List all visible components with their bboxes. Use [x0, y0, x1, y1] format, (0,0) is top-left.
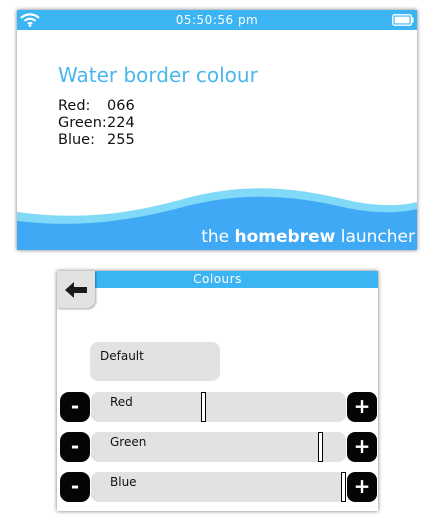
- brand-prefix: the: [201, 227, 230, 247]
- green-slider-thumb[interactable]: [318, 432, 324, 462]
- header-bar: Colours: [57, 271, 378, 288]
- red-slider-thumb[interactable]: [200, 392, 206, 422]
- red-value: 066: [107, 98, 135, 114]
- blue-value: 255: [107, 132, 135, 148]
- green-value: 224: [107, 115, 135, 131]
- colour-values: Red: 066 Green: 224 Blue: 255: [58, 98, 135, 149]
- brand-suffix: launcher: [340, 227, 415, 247]
- red-value-label: Red:: [58, 98, 91, 114]
- blue-slider-row: - Blue +: [57, 471, 378, 503]
- blue-slider-label: Blue: [110, 475, 137, 489]
- blue-value-label: Blue:: [58, 132, 95, 148]
- status-bar: 05:50:56 pm: [17, 10, 417, 30]
- header-title: Colours: [193, 272, 242, 286]
- brand-logo: the homebrew launcher: [201, 227, 415, 247]
- green-slider[interactable]: Green: [91, 432, 346, 462]
- green-plus-button[interactable]: +: [347, 432, 377, 462]
- blue-slider-thumb[interactable]: [341, 472, 346, 502]
- default-button-label: Default: [100, 349, 144, 363]
- blue-value-row: Blue: 255: [58, 132, 135, 149]
- page-title: Water border colour: [58, 63, 258, 87]
- green-slider-row: - Green +: [57, 431, 378, 463]
- back-arrow-icon: [65, 282, 87, 298]
- clock: 05:50:56 pm: [175, 13, 259, 27]
- back-button[interactable]: [57, 271, 95, 308]
- battery-icon: [392, 14, 414, 26]
- green-value-label: Green:: [58, 115, 107, 131]
- red-plus-button[interactable]: +: [347, 392, 377, 422]
- green-slider-label: Green: [110, 435, 147, 449]
- red-slider-row: - Red +: [57, 391, 378, 423]
- green-value-row: Green: 224: [58, 115, 135, 132]
- bottom-screen: Colours Default - Red + - Green + - Blue…: [57, 271, 378, 511]
- default-button[interactable]: Default: [90, 342, 220, 381]
- blue-plus-button[interactable]: +: [347, 472, 377, 502]
- red-value-row: Red: 066: [58, 98, 135, 115]
- red-minus-button[interactable]: -: [60, 392, 90, 422]
- blue-minus-button[interactable]: -: [60, 472, 90, 502]
- top-screen: 05:50:56 pm Water border colour Red: 066…: [17, 10, 417, 250]
- red-slider[interactable]: Red: [91, 392, 346, 422]
- green-minus-button[interactable]: -: [60, 432, 90, 462]
- brand-bold: homebrew: [234, 227, 336, 247]
- red-slider-label: Red: [110, 395, 133, 409]
- blue-slider[interactable]: Blue: [91, 472, 346, 502]
